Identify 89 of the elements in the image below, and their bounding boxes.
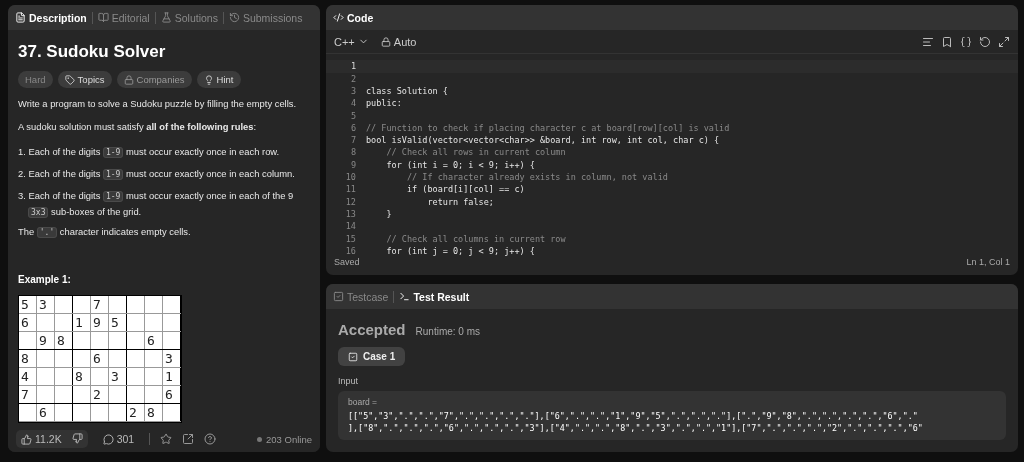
code-comment: // If character already exists in column, not valid (405, 172, 668, 183)
line-number: 12 (344, 196, 357, 207)
empty-cell-note: The '.' character indicates empty cells. (18, 225, 192, 238)
code-line: public: (366, 98, 402, 109)
grid-row: 7 2 6 (19, 386, 181, 404)
panel-tab[interactable]: Editorial (97, 11, 150, 24)
panel-tab[interactable]: Solutions (160, 11, 218, 24)
code-comment: // Check all columns in current row (385, 233, 566, 244)
line-number: 5 (349, 110, 357, 121)
code-line: bool isValid(vector<vector<char>> &board, int row, int col, char c) { (366, 135, 720, 146)
star-icon[interactable] (160, 433, 173, 445)
save-status: Saved (334, 257, 360, 267)
line-number: 10 (344, 172, 357, 183)
code-line: for (int j = 0; j < 9; j++) { (385, 245, 535, 256)
code-comment: // Check all rows in current column (385, 147, 566, 158)
code-line: return false; (426, 196, 494, 207)
expand-icon[interactable] (998, 35, 1010, 48)
case-tab[interactable]: Case 1 (338, 347, 406, 366)
runtime-label: Runtime: 0 ms (415, 326, 480, 337)
grid-row: 8 6 3 (19, 350, 181, 368)
input-label: Input (338, 376, 360, 386)
input-value: [["5","3",".",".","7",".",".",".","."],["6",".",".","1","9","5",".",".","."],[".","9","8",".",".",".",".","6","." ],["8",".",".",".","6",".",".",".","3"],["4",".",".","8",".","3",".",".","1"],["7",".",".",".","2",".",".",".","6" (348, 410, 924, 434)
problem-intro: Write a program to solve a Sudoku puzzle by filling the empty cells. (18, 98, 298, 111)
example-title: Example 1: (18, 274, 72, 285)
thumbs-up-icon (21, 433, 32, 445)
line-number: 6 (349, 122, 357, 133)
panel-tab[interactable]: Description (15, 11, 87, 24)
grid-row: 98 6 (19, 332, 181, 350)
flask-icon (160, 12, 172, 23)
rule-item: 3. Each of the digits 1-9 must occur exactly once in each of the 9 3x3 sub-boxes of the grid. (18, 189, 295, 220)
line-number: 4 (349, 98, 357, 109)
lightbulb-icon (203, 74, 214, 85)
tag-button[interactable]: Companies (116, 71, 192, 88)
help-icon[interactable] (204, 433, 217, 445)
code-line: } (385, 208, 392, 219)
code-icon (333, 12, 344, 23)
line-number: 1 (349, 61, 357, 72)
line-number: 9 (349, 159, 357, 170)
braces-icon[interactable] (960, 35, 972, 48)
cursor-position: Ln 1, Col 1 (966, 257, 1010, 267)
language-select[interactable]: C++ (334, 35, 369, 48)
rule-item: 1. Each of the digits 1-9 must occur exactly once in each row. (18, 145, 281, 161)
document-icon (15, 12, 26, 23)
rule-item: 2. Each of the digits 1-9 must occur exactly once in each column. (18, 167, 296, 183)
mode-label: Auto (393, 35, 417, 48)
panel-tab[interactable]: Testcase (333, 290, 389, 303)
online-count: 203 Online (266, 433, 312, 445)
format-icon[interactable] (922, 35, 934, 48)
line-number: 11 (344, 184, 357, 195)
grid-row: 53 7 (19, 296, 181, 314)
line-number: 8 (349, 147, 357, 158)
panel-tab[interactable]: Test Result (399, 290, 470, 303)
book-icon (97, 12, 109, 23)
code-comment: // Function to check if placing character c at board[row][col] is valid (366, 122, 730, 133)
tag-button[interactable]: Topics (57, 71, 112, 88)
code-line: if (board[i][col] == c) (405, 184, 525, 195)
code-line: class Solution { (366, 86, 448, 96)
panel-tab[interactable]: Submissions (228, 11, 303, 24)
variable-name: board = (348, 397, 379, 407)
terminal-icon (399, 291, 411, 302)
line-number: 7 (349, 135, 357, 146)
tag-button[interactable]: Hint (196, 71, 241, 88)
code-line: for (int i = 0; i < 9; i++) { (385, 159, 535, 170)
rules-lead: A sudoku solution must satisfy all of the following rules: (18, 121, 258, 134)
history-icon (228, 12, 240, 23)
line-number: 13 (344, 208, 357, 219)
difficulty-tag: Hard (18, 71, 53, 88)
grid-row: 4 8 3 1 (19, 368, 181, 386)
comment-icon (102, 433, 114, 445)
share-icon[interactable] (182, 433, 195, 445)
verdict-label: Accepted (338, 321, 406, 338)
lock-icon (380, 36, 391, 47)
grid-row: 6 195 (19, 314, 181, 332)
reset-icon[interactable] (979, 35, 991, 48)
comments-button[interactable]: 301 (97, 430, 140, 448)
line-number: 14 (344, 221, 357, 232)
online-dot (257, 436, 263, 442)
lock-icon (123, 74, 134, 85)
checkbox-icon (348, 351, 358, 362)
line-number: 3 (349, 86, 357, 96)
grid-row: 6 28 (19, 404, 181, 422)
bookmark-icon[interactable] (941, 35, 953, 48)
panel-title: Code (333, 11, 374, 24)
problem-title: 37. Sudoku Solver (18, 42, 167, 62)
tag-icon (64, 74, 75, 85)
checkbox-icon (333, 291, 344, 302)
line-number: 16 (344, 245, 357, 256)
line-number: 15 (344, 233, 357, 244)
line-number: 2 (349, 73, 357, 84)
